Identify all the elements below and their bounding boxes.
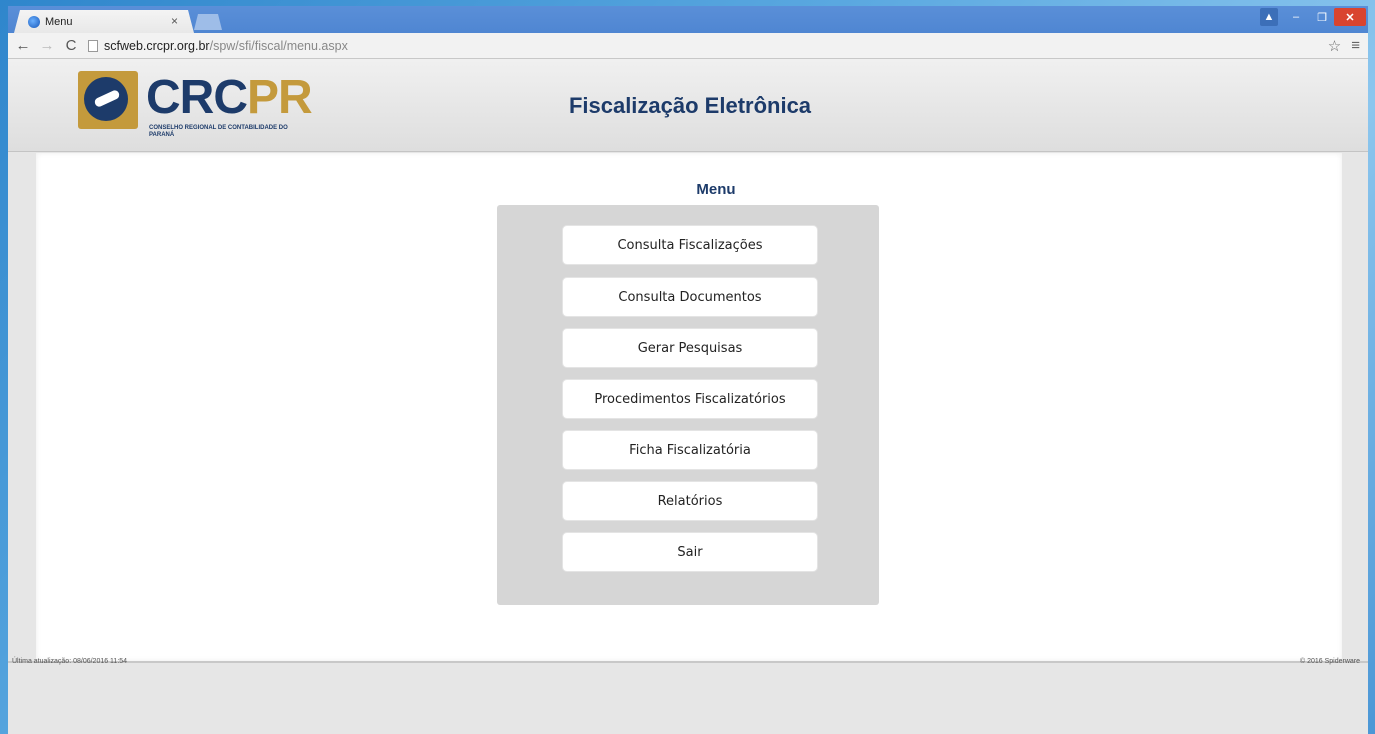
last-update-text: Última atualização: 08/06/2016 11:54 — [12, 658, 128, 665]
address-bar[interactable]: scfweb.crcpr.org.br /spw/sfi/fiscal/menu… — [88, 39, 348, 53]
footer-divider — [8, 661, 1368, 663]
sair-button[interactable]: Sair — [562, 532, 818, 572]
site-header: CRCPR CONSELHO REGIONAL DE CONTABILIDADE… — [8, 59, 1368, 152]
relatorios-button[interactable]: Relatórios — [562, 481, 818, 521]
page-icon — [88, 39, 98, 52]
gerar-pesquisas-button[interactable]: Gerar Pesquisas — [562, 328, 818, 368]
logo-mark-icon — [78, 71, 138, 129]
logo-text-crc: CRC — [146, 71, 248, 124]
browser-tab[interactable]: Menu × — [14, 10, 194, 33]
new-tab-button[interactable] — [194, 14, 222, 30]
browser-toolbar: ← → C scfweb.crcpr.org.br /spw/sfi/fisca… — [8, 33, 1368, 59]
forward-arrow-icon[interactable]: → — [38, 37, 56, 54]
copyright-text: © 2016 Spiderware — [1299, 658, 1360, 665]
title-bar: Menu × ▲ – ❐ ✕ — [8, 6, 1368, 33]
consulta-documentos-button[interactable]: Consulta Documentos — [562, 277, 818, 317]
url-path: /spw/sfi/fiscal/menu.aspx — [209, 38, 348, 53]
close-tab-icon[interactable]: × — [171, 14, 178, 28]
logo-text-pr: PR — [247, 71, 313, 124]
menu-hamburger-icon[interactable]: ≡ — [1351, 37, 1360, 55]
browser-window: Menu × ▲ – ❐ ✕ ← → C scfweb.crcpr.org.br… — [8, 6, 1368, 734]
maximize-button[interactable]: ❐ — [1310, 8, 1334, 26]
tab-title: Menu — [45, 15, 73, 28]
logo-subtitle: CONSELHO REGIONAL DE CONTABILIDADE DO PA… — [149, 125, 288, 138]
menu-title: Menu — [696, 181, 736, 198]
procedimentos-fiscalizatorios-button[interactable]: Procedimentos Fiscalizatórios — [562, 379, 818, 419]
page-title: Fiscalização Eletrônica — [568, 93, 812, 118]
consulta-fiscalizacoes-button[interactable]: Consulta Fiscalizações — [562, 225, 818, 265]
web-page: CRCPR CONSELHO REGIONAL DE CONTABILIDADE… — [8, 59, 1368, 734]
star-bookmark-icon[interactable]: ☆ — [1328, 37, 1341, 55]
reload-icon[interactable]: C — [62, 37, 80, 54]
url-host: scfweb.crcpr.org.br — [104, 38, 210, 53]
close-window-button[interactable]: ✕ — [1334, 8, 1366, 26]
ficha-fiscalizatoria-button[interactable]: Ficha Fiscalizatória — [562, 430, 818, 470]
user-icon[interactable]: ▲ — [1260, 8, 1278, 26]
minimize-button[interactable]: – — [1284, 8, 1308, 26]
menu-panel: Consulta Fiscalizações Consulta Document… — [497, 205, 879, 605]
crcpr-logo: CRCPR CONSELHO REGIONAL DE CONTABILIDADE… — [78, 71, 318, 146]
main-content: Menu Consulta Fiscalizações Consulta Doc… — [36, 153, 1342, 661]
globe-icon — [28, 15, 40, 28]
back-arrow-icon[interactable]: ← — [14, 37, 32, 54]
